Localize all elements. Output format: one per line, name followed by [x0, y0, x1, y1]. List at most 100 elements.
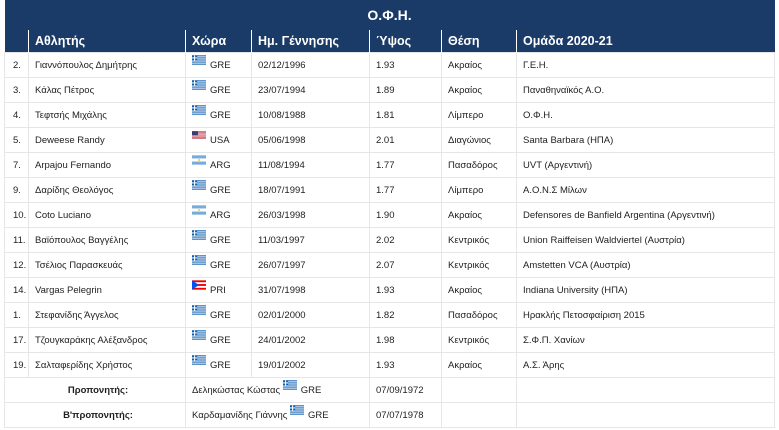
col-header-number: [4, 30, 29, 53]
player-name: Deweese Randy: [28, 127, 186, 153]
player-country: PRI: [185, 277, 252, 303]
player-country: GRE: [185, 77, 252, 103]
player-country: GRE: [185, 177, 252, 203]
staff-body: Προπονητής: Δεληκώστας Κώστας GRE 07/09/19…: [4, 377, 776, 428]
player-number: 14.: [4, 277, 29, 303]
player-birthdate: 19/01/2002: [251, 352, 370, 378]
ar-flag-icon: [192, 205, 206, 215]
player-height: 1.82: [369, 302, 442, 328]
player-height: 1.89: [369, 77, 442, 103]
country-code: USA: [210, 134, 230, 146]
gr-flag-icon: [192, 80, 206, 90]
player-country: GRE: [185, 227, 252, 253]
player-number: 11.: [4, 227, 29, 253]
player-height: 1.77: [369, 177, 442, 203]
player-name: Δαρίδης Θεολόγος: [28, 177, 186, 203]
player-birthdate: 18/07/1991: [251, 177, 370, 203]
player-country: GRE: [185, 352, 252, 378]
table-header-row: Αθλητής Χώρα Ημ. Γέννησης Ύψος Θέση Ομάδ…: [4, 30, 775, 53]
country-code: GRE: [210, 334, 231, 346]
player-number: 7.: [4, 152, 29, 178]
player-position: Διαγώνιος: [441, 127, 517, 153]
player-birthdate: 31/07/1998: [251, 277, 370, 303]
col-header-height: Ύψος: [369, 30, 442, 53]
player-birthdate: 10/08/1988: [251, 102, 370, 128]
player-team: Indiana University (ΗΠΑ): [515, 277, 776, 303]
gr-flag-icon: [192, 55, 206, 65]
country-code: ARG: [210, 209, 231, 221]
col-header-position: Θέση: [441, 30, 517, 53]
empty-cell: [441, 377, 517, 403]
player-name: Στεφανίδης Άγγελος: [28, 302, 186, 328]
player-birthdate: 02/01/2000: [251, 302, 370, 328]
gr-flag-icon: [192, 180, 206, 190]
player-number: 5.: [4, 127, 29, 153]
player-name: Σαλταφερίδης Χρήστος: [28, 352, 186, 378]
country-code: GRE: [210, 84, 231, 96]
player-height: 1.93: [369, 352, 442, 378]
player-name: Κάλας Πέτρος: [28, 77, 186, 103]
player-position: Ακραίος: [441, 352, 517, 378]
player-birthdate: 11/03/1997: [251, 227, 370, 253]
player-name: Γιαννόπουλος Δημήτρης: [28, 52, 186, 78]
player-team: Ηρακλής Πετοσφαίριση 2015: [515, 302, 776, 328]
player-name: Βαϊόπουλος Βαγγέλης: [28, 227, 186, 253]
player-number: 10.: [4, 202, 29, 228]
staff-birthdate: 07/07/1978: [369, 402, 442, 428]
gr-flag-icon: [289, 405, 304, 415]
player-birthdate: 26/07/1997: [251, 252, 370, 278]
player-birthdate: 11/08/1994: [251, 152, 370, 178]
player-country: USA: [185, 127, 252, 153]
player-birthdate: 02/12/1996: [251, 52, 370, 78]
player-number: 4.: [4, 102, 29, 128]
player-team: Santa Barbara (ΗΠΑ): [515, 127, 776, 153]
table-row: 3. Κάλας Πέτρος GRE 23/07/1994 1.89 Ακραίος Πα…: [4, 77, 776, 103]
col-header-country: Χώρα: [185, 30, 252, 53]
player-country: GRE: [185, 102, 252, 128]
player-height: 1.77: [369, 152, 442, 178]
staff-row: Προπονητής: Δεληκώστας Κώστας GRE 07/09/19…: [4, 377, 776, 403]
player-country: ARG: [185, 152, 252, 178]
player-position: Ακραίος: [441, 52, 517, 78]
player-position: Κεντρικός: [441, 252, 517, 278]
table-row: 14. Vargas Pelegrin PRI 31/07/1998 1.93 Ακραί…: [4, 277, 776, 303]
us-flag-icon: [192, 130, 206, 140]
col-header-birthdate: Ημ. Γέννησης: [251, 30, 370, 53]
table-title-row: Ο.Φ.Η.: [4, 0, 775, 30]
roster-body: 2. Γιαννόπουλος Δημήτρης GRE 02/12/1996 1.93…: [4, 52, 776, 378]
table-row: 10. Coto Luciano ARG 26/03/1998 1.90 Ακραίος D…: [4, 202, 776, 228]
country-code: PRI: [210, 284, 226, 296]
table-row: 17. Τζουγκαράκης Αλέξανδρος GRE 24/01/2002 1…: [4, 327, 776, 353]
empty-cell: [515, 402, 776, 428]
roster-page: Ο.Φ.Η. Αθλητής Χώρα Ημ. Γέννησης Ύψος Θέ…: [0, 0, 779, 430]
player-position: Λίμπερο: [441, 102, 517, 128]
player-name: Τζουγκαράκης Αλέξανδρος: [28, 327, 186, 353]
player-position: Κεντρικός: [441, 227, 517, 253]
player-number: 12.: [4, 252, 29, 278]
player-team: Α.Ο.Ν.Σ Μίλων: [515, 177, 776, 203]
col-header-team: Ομάδα 2020-21: [515, 30, 775, 53]
player-number: 2.: [4, 52, 29, 78]
empty-cell: [441, 402, 517, 428]
empty-cell: [515, 377, 776, 403]
gr-flag-icon: [282, 380, 297, 390]
player-name: Τσέλιος Παρασκευάς: [28, 252, 186, 278]
player-team: Γ.Ε.Η.: [515, 52, 776, 78]
pr-flag-icon: [192, 280, 206, 290]
player-team: Ο.Φ.Η.: [515, 102, 776, 128]
staff-row: Β'προπονητής: Καρδαμανίδης Γιάννης GRE 07/…: [4, 402, 776, 428]
gr-flag-icon: [192, 230, 206, 240]
player-team: Amstetten VCA (Αυστρία): [515, 252, 776, 278]
player-team: Defensores de Banfield Argentina (Αργεντ…: [515, 202, 776, 228]
player-height: 2.02: [369, 227, 442, 253]
table-row: 11. Βαϊόπουλος Βαγγέλης GRE 11/03/1997 2.02 Κ…: [4, 227, 776, 253]
player-position: Πασαδόρος: [441, 152, 517, 178]
roster-table: Ο.Φ.Η. Αθλητής Χώρα Ημ. Γέννησης Ύψος Θέ…: [4, 0, 776, 428]
gr-flag-icon: [192, 330, 206, 340]
ar-flag-icon: [192, 155, 206, 165]
player-name: Vargas Pelegrin: [28, 277, 186, 303]
table-row: 1. Στεφανίδης Άγγελος GRE 02/01/2000 1.82 Πασ…: [4, 302, 776, 328]
gr-flag-icon: [192, 305, 206, 315]
player-country: GRE: [185, 327, 252, 353]
player-birthdate: 26/03/1998: [251, 202, 370, 228]
